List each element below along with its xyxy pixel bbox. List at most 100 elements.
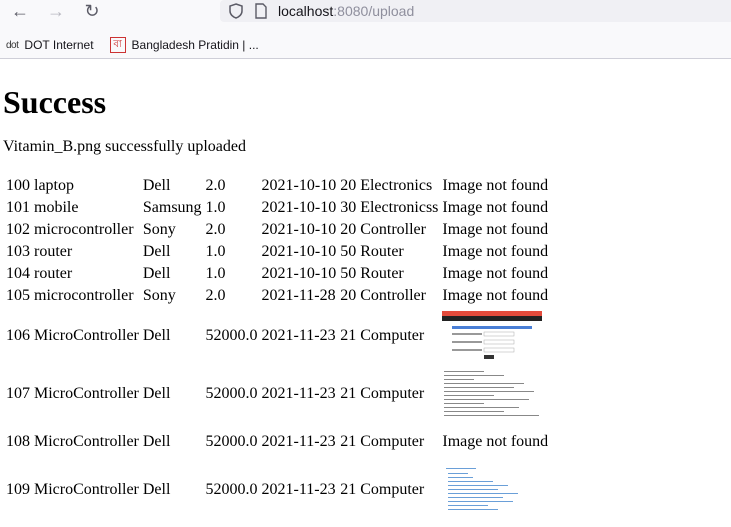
cell-name: MicroController [34,385,139,403]
cell-image [441,462,549,518]
bookmark-dot-internet[interactable]: dot DOT Internet [6,38,94,52]
products-table: 100 laptop Dell 2.0 2021-10-10 20 Electronics I… [3,174,551,520]
cell-image: Image not found [442,199,549,217]
cell-brand: Sony [142,221,176,239]
cell-price: 1.0 [205,265,226,283]
cell-id: 105 [6,287,30,305]
bookmark-label: Bangladesh Pratidin | ... [131,38,259,52]
cell-qty: 30 [340,199,357,217]
cell-name: router [34,265,73,283]
cell-name: microcontroller [34,221,134,239]
cell-price: 52000.0 [205,385,258,403]
cell-qty: 50 [340,243,357,261]
cell-date: 2021-11-23 [261,481,336,499]
cell-category: Computer [360,385,425,403]
cell-name: mobile [34,199,79,217]
cell-category: Computer [360,481,425,499]
cell-brand: Sony [142,287,176,305]
cell-image: Image not found [442,287,549,305]
cell-id: 100 [6,177,30,195]
table-row: 100 laptop Dell 2.0 2021-10-10 20 Electronics I… [5,176,549,196]
table-row: 104 router Dell 1.0 2021-10-10 50 Router Image … [5,264,549,284]
cell-price: 52000.0 [205,433,258,451]
cell-qty: 21 [340,481,357,499]
cell-id: 102 [6,221,30,239]
cell-category: Electronics [360,177,433,195]
table-row: 103 router Dell 1.0 2021-10-10 50 Router Image … [5,242,549,262]
table-row: 101 mobile Samsung 1.0 2021-10-10 30 Electroni… [5,198,549,218]
shield-icon[interactable] [228,3,244,19]
reload-icon[interactable]: ↻ [80,0,104,22]
cell-brand: Dell [142,433,171,451]
bookmark-label: DOT Internet [24,38,94,52]
cell-qty: 20 [340,221,357,239]
cell-category: Router [360,243,404,261]
url-path: /upload [368,3,415,19]
address-bar[interactable]: localhost:8080/upload [220,0,731,22]
cell-price: 2.0 [205,287,226,305]
cell-date: 2021-11-23 [261,385,336,403]
browser-toolbar: ← → ↻ localhost:8080/upload dot DOT Inte… [0,0,731,59]
cell-brand: Dell [142,327,171,345]
cell-id: 104 [6,265,30,283]
cell-image: Image not found [442,221,549,239]
cell-image: Image not found [442,177,549,195]
cell-brand: Dell [142,385,171,403]
bookmark-bangladesh-pratidin[interactable]: বা Bangladesh Pratidin | ... [109,37,259,53]
cell-qty: 50 [340,265,357,283]
cell-name: MicroController [34,433,139,451]
table-row: 102 microcontroller Sony 2.0 2021-10-10 20 Con… [5,220,549,240]
cell-image: Image not found [442,433,549,451]
cell-date: 2021-11-28 [261,287,336,305]
cell-price: 52000.0 [205,327,258,345]
cell-id: 108 [6,433,30,451]
cell-date: 2021-10-10 [261,177,337,195]
page-content: Success Vitamin_B.png successfully uploa… [0,84,731,520]
cell-category: Controller [360,221,426,239]
cell-brand: Samsung [142,199,202,217]
cell-qty: 21 [340,433,357,451]
page-icon[interactable] [254,3,268,19]
cell-category: Computer [360,327,425,345]
cell-name: laptop [34,177,74,195]
cell-category: Computer [360,433,425,451]
forward-arrow-icon[interactable]: → [44,0,68,22]
cell-price: 2.0 [205,221,226,239]
url-port: :8080 [333,3,369,19]
cell-name: MicroController [34,481,139,499]
cell-price: 2.0 [205,177,226,195]
dot-icon: dot [6,39,19,51]
cell-brand: Dell [142,243,171,261]
url-text[interactable]: localhost:8080/upload [278,3,414,19]
thumbnail-image [442,369,543,420]
cell-id: 106 [6,327,30,345]
bookmarks-bar: dot DOT Internet বা Bangladesh Pratidin … [0,34,731,56]
upload-message: Vitamin_B.png successfully uploaded [3,138,246,156]
thumbnail-image [442,311,543,362]
cell-image [441,308,549,364]
back-arrow-icon[interactable]: ← [8,0,32,22]
cell-date: 2021-10-10 [261,221,337,239]
cell-price: 1.0 [205,243,226,261]
cell-name: microcontroller [34,287,134,305]
table-row: 105 microcontroller Sony 2.0 2021-11-28 20 Con… [5,286,549,306]
cell-brand: Dell [142,177,171,195]
cell-image: Image not found [442,243,549,261]
cell-image: Image not found [442,265,549,283]
cell-qty: 20 [340,287,357,305]
cell-category: Controller [360,287,426,305]
table-row: 106 MicroController Dell 52000.0 2021-11-23 2… [5,308,549,364]
cell-id: 103 [6,243,30,261]
cell-category: Electronicss [360,199,439,217]
cell-name: router [34,243,73,261]
cell-brand: Dell [142,265,171,283]
table-row: 107 MicroController Dell 52000.0 2021-11-23 2… [5,366,549,422]
page-title: Success [3,84,107,120]
cell-name: MicroController [34,327,139,345]
cell-date: 2021-10-10 [261,243,337,261]
cell-id: 107 [6,385,30,403]
cell-qty: 21 [340,327,357,345]
cell-brand: Dell [142,481,171,499]
cell-date: 2021-10-10 [261,199,337,217]
url-host: localhost [278,3,334,19]
